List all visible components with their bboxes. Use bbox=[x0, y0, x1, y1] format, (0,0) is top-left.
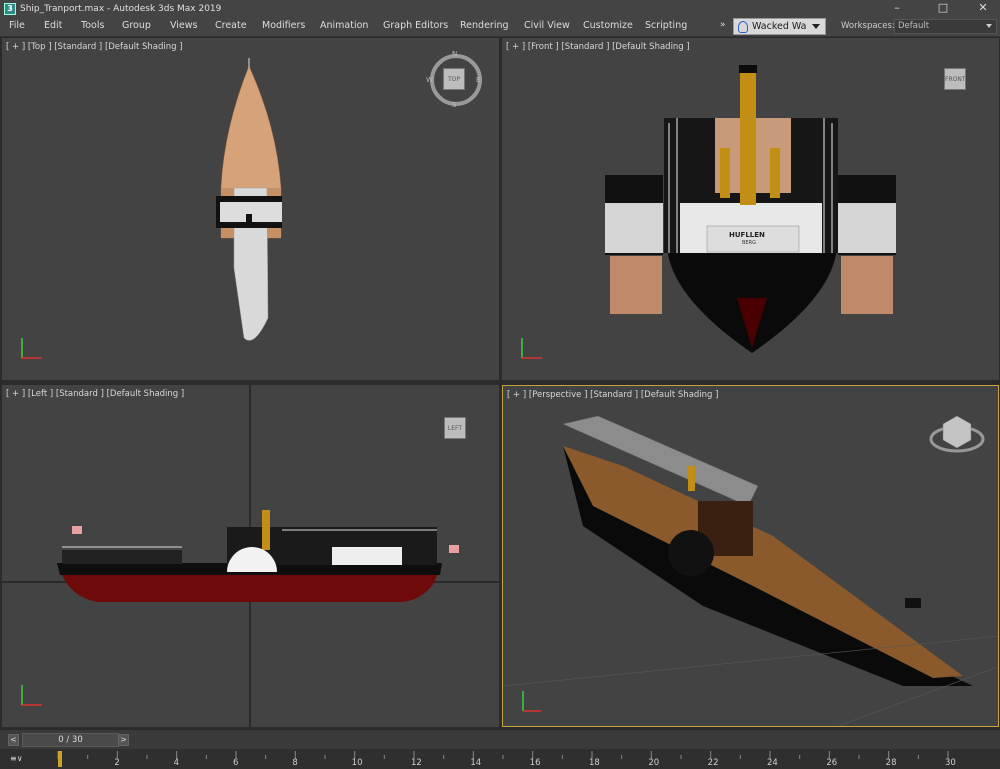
viewport-label[interactable]: [ + ] [Front ] [Standard ] [Default Shad… bbox=[506, 42, 690, 52]
menu-create[interactable]: Create bbox=[215, 20, 247, 31]
workspaces-label: Workspaces: bbox=[841, 21, 895, 31]
frame-field[interactable]: 0 / 30 bbox=[22, 733, 119, 747]
vent-left bbox=[720, 148, 730, 198]
viewport-label[interactable]: [ + ] [Perspective ] [Standard ] [Defaul… bbox=[507, 390, 718, 400]
paddle-box-right-rail bbox=[838, 203, 896, 253]
time-slider-bar: < 0 / 30 > bbox=[0, 729, 1000, 749]
paddle-wheel-left bbox=[610, 256, 662, 314]
timeline-tick-label: 30 bbox=[945, 758, 956, 768]
timeline-tick-label: 26 bbox=[826, 758, 838, 768]
menu-civil-view[interactable]: Civil View bbox=[524, 20, 570, 31]
timeline-tick-label: 24 bbox=[767, 758, 778, 768]
flag-stern bbox=[449, 545, 459, 553]
menu-customize[interactable]: Customize bbox=[583, 20, 633, 31]
menu-modifiers[interactable]: Modifiers bbox=[262, 20, 305, 31]
deck-perspective bbox=[563, 446, 963, 678]
next-frame-button[interactable]: > bbox=[118, 734, 129, 746]
timeline-tick-label: 12 bbox=[411, 758, 422, 768]
flag-bow bbox=[72, 526, 82, 534]
menu-file[interactable]: File bbox=[9, 20, 25, 31]
viewcube-icon[interactable]: LEFT bbox=[444, 417, 466, 439]
viewcube-icon[interactable]: TOP bbox=[443, 68, 465, 90]
menu-graph-editors[interactable]: Graph Editors bbox=[383, 20, 448, 31]
timeline-tick-label: 22 bbox=[707, 758, 719, 768]
timeline-tick-label: 8 bbox=[292, 758, 298, 768]
timeline-tick-label: 28 bbox=[885, 758, 897, 768]
vent-right bbox=[770, 148, 780, 198]
name-plate-text: HUFLLEN bbox=[729, 231, 765, 239]
workspaces-value: Default bbox=[898, 21, 930, 31]
viewport-top[interactable]: [ + ] [Top ] [Standard ] [Default Shadin… bbox=[2, 38, 499, 380]
menu-views[interactable]: Views bbox=[170, 20, 198, 31]
window-title: Ship_Tranport.max - Autodesk 3ds Max 201… bbox=[20, 3, 222, 14]
title-bar: 3 Ship_Tranport.max - Autodesk 3ds Max 2… bbox=[0, 0, 1000, 17]
perspective-view-scene bbox=[503, 415, 998, 726]
timeline-tick-label: 20 bbox=[648, 758, 660, 768]
viewport-label[interactable]: [ + ] [Left ] [Standard ] [Default Shadi… bbox=[6, 389, 184, 399]
menu-rendering[interactable]: Rendering bbox=[460, 20, 509, 31]
funnel-perspective bbox=[688, 466, 695, 491]
funnel-cap bbox=[739, 65, 757, 73]
top-view-scene bbox=[21, 54, 482, 359]
account-name: Wacked Wa bbox=[752, 21, 807, 32]
compass-north: N bbox=[452, 50, 458, 58]
maximize-icon[interactable]: □ bbox=[928, 0, 958, 17]
timeline-tick-label: 10 bbox=[351, 758, 363, 768]
viewcube-icon[interactable]: FRONT bbox=[944, 68, 966, 90]
menu-expand-button[interactable]: » bbox=[720, 20, 726, 30]
name-plate-subtext: BERG bbox=[742, 240, 756, 246]
prev-frame-button[interactable]: < bbox=[8, 734, 19, 746]
timeline[interactable]: ≡∨ bbox=[0, 749, 1000, 769]
menu-edit[interactable]: Edit bbox=[44, 20, 62, 31]
close-icon[interactable]: ✕ bbox=[968, 0, 998, 17]
user-icon bbox=[738, 20, 748, 33]
timeline-tick-label: 4 bbox=[173, 758, 180, 768]
viewport-perspective[interactable]: [ + ] [Perspective ] [Standard ] [Defaul… bbox=[502, 385, 999, 727]
menu-tools[interactable]: Tools bbox=[81, 20, 104, 31]
compass-west: W bbox=[426, 76, 433, 84]
timeline-tick-label: 14 bbox=[470, 758, 482, 768]
cabin-white bbox=[332, 547, 402, 565]
timeline-tick-label: 6 bbox=[233, 758, 239, 768]
menu-group[interactable]: Group bbox=[122, 20, 151, 31]
left-view-scene bbox=[2, 385, 499, 727]
timeline-tick-label: 2 bbox=[114, 758, 120, 768]
viewport-label[interactable]: [ + ] [Top ] [Standard ] [Default Shadin… bbox=[6, 42, 183, 52]
menu-scripting[interactable]: Scripting bbox=[645, 20, 687, 31]
paddle-box-left-rail bbox=[605, 203, 663, 253]
flag-perspective bbox=[905, 598, 921, 608]
account-dropdown[interactable]: Wacked Wa bbox=[733, 18, 826, 35]
paddle-wheel-right bbox=[841, 256, 893, 314]
minimize-icon[interactable]: – bbox=[882, 0, 912, 17]
menu-animation[interactable]: Animation bbox=[320, 20, 368, 31]
timeline-ticks bbox=[57, 751, 949, 759]
funnel-top bbox=[246, 214, 252, 224]
timeline-tick-label: 16 bbox=[529, 758, 541, 768]
chevron-down-icon bbox=[812, 24, 820, 29]
viewcube-icon[interactable] bbox=[942, 415, 972, 449]
viewport-front[interactable]: [ + ] [Front ] [Standard ] [Default Shad… bbox=[502, 38, 999, 380]
compass-east: E bbox=[476, 76, 481, 84]
paddle-box-perspective bbox=[668, 530, 714, 576]
front-view-scene bbox=[521, 65, 896, 359]
viewport-left[interactable]: [ + ] [Left ] [Standard ] [Default Shadi… bbox=[2, 385, 499, 727]
funnel bbox=[740, 70, 756, 205]
time-slider-handle[interactable] bbox=[58, 751, 62, 767]
funnel-side bbox=[262, 510, 270, 550]
app-icon[interactable]: 3 bbox=[4, 2, 16, 15]
compass-south: S bbox=[452, 101, 457, 109]
timeline-tick-label: 18 bbox=[589, 758, 600, 768]
chevron-down-icon bbox=[986, 24, 992, 28]
workspaces-select[interactable]: Default bbox=[894, 19, 997, 34]
bow-deck bbox=[62, 550, 182, 564]
name-plate bbox=[706, 225, 800, 253]
